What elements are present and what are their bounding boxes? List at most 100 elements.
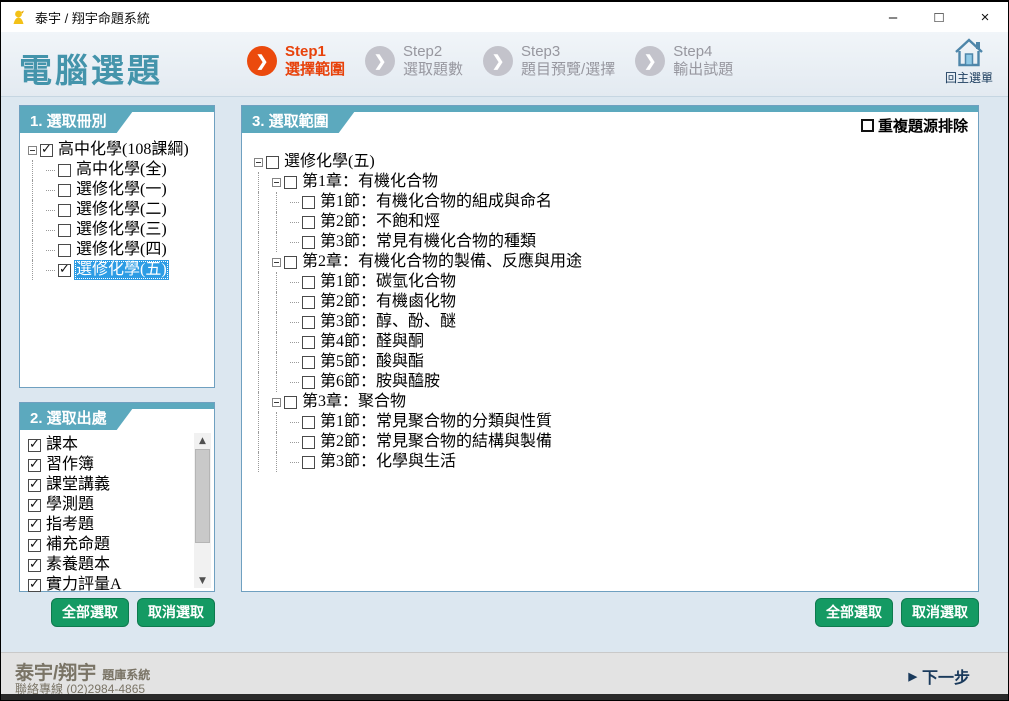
tree-item-label[interactable]: 第3節：常見有機化合物的種類	[318, 232, 538, 252]
tree-row[interactable]: 第2節：不飽和烴	[254, 212, 974, 232]
checkbox[interactable]	[28, 439, 41, 452]
tree-row[interactable]: 第6節：胺與醯胺	[254, 372, 974, 392]
checkbox[interactable]	[28, 499, 41, 512]
scope-deselect-button[interactable]: 取消選取	[901, 598, 979, 627]
source-item[interactable]: 素養題本	[28, 555, 190, 575]
expand-toggle-icon[interactable]	[272, 178, 281, 187]
source-item-label[interactable]: 習作簿	[44, 455, 96, 475]
tree-item-label[interactable]: 第2節：不飽和烴	[318, 212, 442, 232]
checkbox[interactable]	[302, 316, 315, 329]
checkbox[interactable]	[302, 456, 315, 469]
sources-select-all-button[interactable]: 全部選取	[51, 598, 129, 627]
step-2[interactable]: ❯ Step2 選取題數	[365, 43, 463, 79]
tree-row[interactable]: 選修化學(一)	[28, 180, 212, 200]
tree-row[interactable]: 高中化學(108課綱)	[28, 140, 212, 160]
tree-row[interactable]: 第3節：醇、酚、醚	[254, 312, 974, 332]
source-item-label[interactable]: 補充命題	[44, 535, 112, 555]
checkbox[interactable]	[58, 204, 71, 217]
tree-row[interactable]: 高中化學(全)	[28, 160, 212, 180]
tree-item-label[interactable]: 選修化學(一)	[74, 180, 169, 200]
tree-row[interactable]: 選修化學(五)	[28, 260, 212, 280]
tree-row[interactable]: 選修化學(五)	[254, 152, 974, 172]
tree-row[interactable]: 選修化學(四)	[28, 240, 212, 260]
checkbox[interactable]	[28, 519, 41, 532]
scope-select-all-button[interactable]: 全部選取	[815, 598, 893, 627]
tree-item-label[interactable]: 選修化學(五)	[282, 152, 377, 172]
source-item[interactable]: 課本	[28, 435, 190, 455]
checkbox[interactable]	[302, 416, 315, 429]
tree-item-label[interactable]: 第3章：聚合物	[300, 392, 408, 412]
source-item-label[interactable]: 實力評量A	[44, 575, 124, 595]
scroll-down-icon[interactable]: ▼	[194, 573, 211, 588]
checkbox[interactable]	[302, 196, 315, 209]
next-step-button[interactable]: ▶ 下一步	[909, 664, 970, 688]
checkbox[interactable]	[302, 236, 315, 249]
checkbox[interactable]	[28, 479, 41, 492]
tree-row[interactable]: 第2節：有機鹵化物	[254, 292, 974, 312]
step-3[interactable]: ❯ Step3 題目預覽/選擇	[483, 43, 615, 79]
source-item[interactable]: 習作簿	[28, 455, 190, 475]
tree-row[interactable]: 第4節：醛與酮	[254, 332, 974, 352]
source-item[interactable]: 指考題	[28, 515, 190, 535]
source-item-label[interactable]: 指考題	[44, 515, 96, 535]
checkbox[interactable]	[28, 559, 41, 572]
tree-row[interactable]: 第1節：有機化合物的組成與命名	[254, 192, 974, 212]
close-button[interactable]: ×	[962, 2, 1008, 32]
step-1[interactable]: ❯ Step1 選擇範圍	[247, 43, 345, 79]
home-button[interactable]: 回主選單	[940, 38, 998, 86]
expand-toggle-icon[interactable]	[28, 146, 37, 155]
source-item[interactable]: 補充命題	[28, 535, 190, 555]
checkbox[interactable]	[302, 376, 315, 389]
tree-item-label[interactable]: 高中化學(全)	[74, 160, 169, 180]
checkbox[interactable]	[266, 156, 279, 169]
checkbox[interactable]	[284, 396, 297, 409]
source-item[interactable]: 課堂講義	[28, 475, 190, 495]
tree-item-label[interactable]: 選修化學(三)	[74, 220, 169, 240]
sources-deselect-button[interactable]: 取消選取	[137, 598, 215, 627]
tree-item-label[interactable]: 第1節：碳氫化合物	[318, 272, 458, 292]
scrollbar-thumb[interactable]	[195, 449, 210, 543]
source-item-label[interactable]: 課本	[44, 435, 80, 455]
tree-item-label[interactable]: 第3節：醇、酚、醚	[318, 312, 458, 332]
maximize-button[interactable]: □	[916, 2, 962, 32]
checkbox[interactable]	[284, 256, 297, 269]
tree-row[interactable]: 第2章：有機化合物的製備、反應與用途	[254, 252, 974, 272]
tree-item-label[interactable]: 第2節：有機鹵化物	[318, 292, 458, 312]
tree-row[interactable]: 選修化學(三)	[28, 220, 212, 240]
source-item-label[interactable]: 學測題	[44, 495, 96, 515]
tree-row[interactable]: 第3節：常見有機化合物的種類	[254, 232, 974, 252]
dedupe-checkbox[interactable]	[861, 119, 874, 132]
tree-row[interactable]: 第1節：碳氫化合物	[254, 272, 974, 292]
checkbox[interactable]	[302, 336, 315, 349]
tree-row[interactable]: 選修化學(二)	[28, 200, 212, 220]
scroll-up-icon[interactable]: ▲	[194, 433, 211, 448]
checkbox[interactable]	[302, 296, 315, 309]
tree-item-label[interactable]: 第2節：常見聚合物的結構與製備	[318, 432, 554, 452]
source-item[interactable]: 實力評量A	[28, 575, 190, 595]
tree-item-label[interactable]: 選修化學(五)	[74, 260, 169, 280]
checkbox[interactable]	[302, 436, 315, 449]
source-item-label[interactable]: 素養題本	[44, 555, 112, 575]
expand-toggle-icon[interactable]	[272, 258, 281, 267]
expand-toggle-icon[interactable]	[254, 158, 263, 167]
tree-item-label[interactable]: 第3節：化學與生活	[318, 452, 458, 472]
scrollbar[interactable]: ▲ ▼	[194, 433, 211, 588]
minimize-button[interactable]: –	[870, 2, 916, 32]
step-4[interactable]: ❯ Step4 輸出試題	[635, 43, 733, 79]
checkbox[interactable]	[58, 184, 71, 197]
tree-row[interactable]: 第5節：酸與酯	[254, 352, 974, 372]
checkbox[interactable]	[58, 264, 71, 277]
checkbox[interactable]	[284, 176, 297, 189]
dedupe-option[interactable]: 重複題源排除	[861, 115, 968, 136]
source-item[interactable]: 學測題	[28, 495, 190, 515]
tree-row[interactable]: 第3節：化學與生活	[254, 452, 974, 472]
tree-item-label[interactable]: 高中化學(108課綱)	[56, 140, 191, 160]
checkbox[interactable]	[28, 459, 41, 472]
tree-row[interactable]: 第3章：聚合物	[254, 392, 974, 412]
checkbox[interactable]	[40, 144, 53, 157]
tree-item-label[interactable]: 第1節：有機化合物的組成與命名	[318, 192, 554, 212]
tree-item-label[interactable]: 選修化學(四)	[74, 240, 169, 260]
checkbox[interactable]	[28, 539, 41, 552]
tree-item-label[interactable]: 第1章：有機化合物	[300, 172, 440, 192]
checkbox[interactable]	[58, 224, 71, 237]
